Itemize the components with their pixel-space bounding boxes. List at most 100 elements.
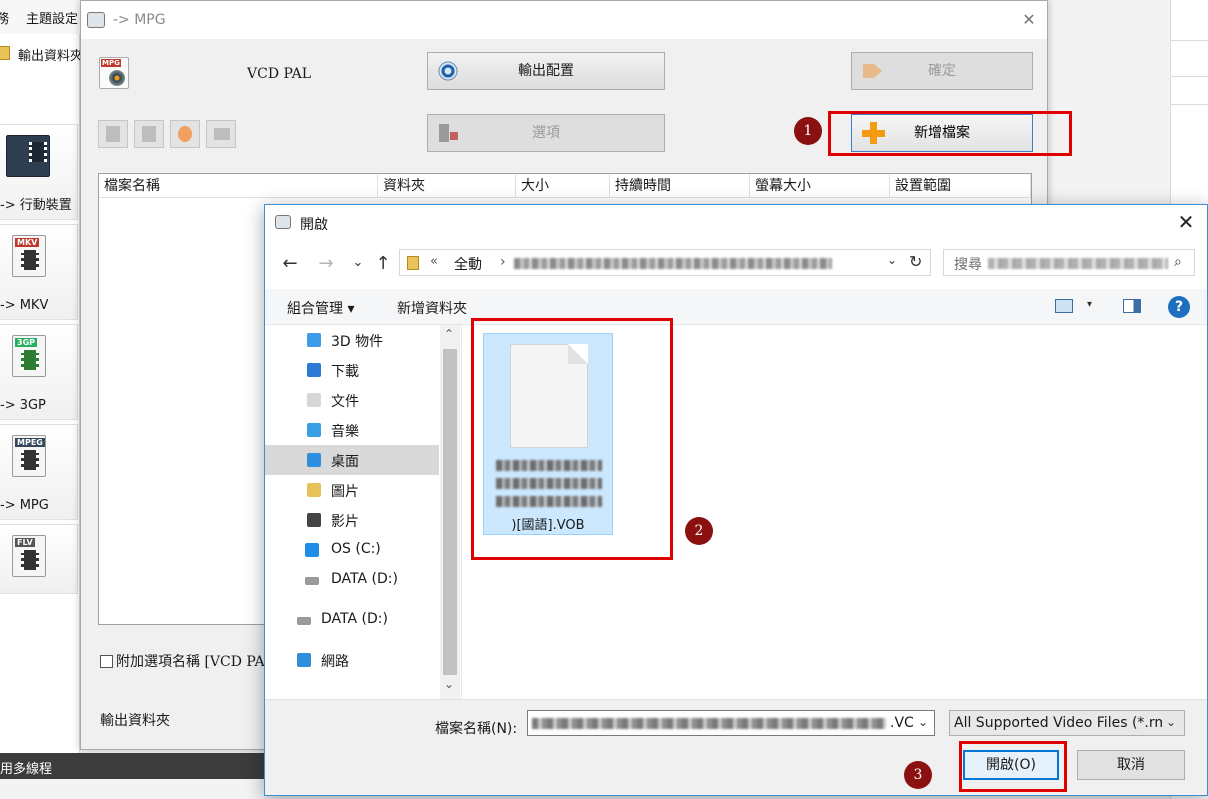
change-view-icon[interactable]: [1055, 299, 1073, 313]
options-button[interactable]: 選項: [427, 114, 665, 152]
converter-tile-mkv[interactable]: MKV -> MKV: [0, 224, 78, 320]
chevron-down-icon[interactable]: ⌄: [1166, 715, 1176, 729]
output-config-button[interactable]: 輸出配置: [427, 52, 665, 90]
converter-tile-mpg[interactable]: MPEG -> MPG: [0, 424, 78, 520]
redacted-filename-value: [532, 718, 886, 729]
step-badge-1: 1: [794, 117, 822, 145]
cancel-button[interactable]: 取消: [1077, 750, 1185, 780]
search-input[interactable]: 搜尋 ⌕: [943, 249, 1195, 276]
chevron-down-icon[interactable]: ⌄: [918, 715, 928, 729]
append-option-label: 附加選項名稱 [VCD PA: [116, 654, 265, 670]
breadcrumb-item[interactable]: 全動: [454, 254, 482, 274]
filename-input[interactable]: .VC ⌄: [527, 710, 935, 736]
step-badge-2: 2: [685, 517, 713, 545]
nav-item-pictures[interactable]: 圖片: [265, 475, 439, 505]
nav-item-documents[interactable]: 文件: [265, 385, 439, 415]
dialog-close-button[interactable]: ✕: [1171, 209, 1201, 235]
windows-drive-icon: [305, 543, 319, 557]
nav-item-label: 影片: [331, 514, 359, 530]
download-folder-icon: [307, 363, 321, 377]
organize-button[interactable]: 組合管理 ▾: [287, 298, 354, 318]
3gp-tag: 3GP: [15, 338, 37, 347]
divider: [1171, 40, 1208, 41]
nav-pane-scrollbar[interactable]: ⌃ ⌄: [440, 325, 460, 699]
menu-item-tasks[interactable]: 務: [0, 8, 9, 27]
menu-item-theme[interactable]: 主題設定: [26, 8, 78, 27]
preview-pane-icon[interactable]: [1123, 299, 1141, 313]
nav-item-data-d-root[interactable]: DATA (D:): [265, 605, 439, 635]
nav-item-label: 桌面: [331, 454, 359, 470]
scroll-down-icon[interactable]: ⌄: [444, 677, 454, 691]
back-arrow-icon[interactable]: ←: [279, 253, 301, 274]
documents-folder-icon: [307, 393, 321, 407]
step-badge-3: 3: [904, 761, 932, 789]
filename-label: 檔案名稱(N):: [435, 721, 518, 737]
column-header-duration[interactable]: 持續時間: [610, 174, 750, 198]
options-label: 選項: [532, 125, 560, 141]
open-file-dialog: 開啟 ✕ ← → ⌄ ↑ « 全動 › ⌄ ↻ 搜尋 ⌕ 組合管理 ▾ 新增資料…: [264, 204, 1208, 796]
append-option-checkbox[interactable]: 附加選項名稱 [VCD PA: [100, 651, 265, 671]
filename-suffix: .VC: [890, 715, 914, 731]
new-folder-button[interactable]: 新增資料夾: [397, 298, 467, 318]
column-header-name[interactable]: 檔案名稱: [99, 174, 378, 198]
nav-item-music[interactable]: 音樂: [265, 415, 439, 445]
app-icon: [275, 215, 291, 229]
file-list-header: 檔案名稱 資料夾 大小 持續時間 螢幕大小 設置範圍: [99, 174, 1031, 198]
info-tool[interactable]: [206, 120, 236, 148]
search-icon[interactable]: ⌕: [1174, 254, 1182, 270]
pane-divider[interactable]: [461, 325, 462, 699]
play-tool[interactable]: [170, 120, 200, 148]
dialog-toolbar: 組合管理 ▾ 新增資料夾 ▾ ?: [265, 289, 1207, 325]
status-text: 用多線程: [0, 762, 53, 777]
mkv-tag: MKV: [15, 238, 40, 247]
scrollbar-thumb[interactable]: [443, 349, 457, 675]
nav-item-data-d[interactable]: DATA (D:): [265, 565, 439, 595]
converter-tile-flv[interactable]: FLV: [0, 524, 78, 594]
file-type-filter-select[interactable]: All Supported Video Files (*.rm ⌄: [949, 710, 1185, 736]
column-header-range[interactable]: 設置範圍: [890, 174, 1031, 198]
forward-arrow-icon[interactable]: →: [315, 253, 337, 274]
overflow-chevron[interactable]: «: [430, 254, 438, 269]
nav-item-label: DATA (D:): [331, 571, 398, 587]
file-type-filter-value: All Supported Video Files (*.rm: [954, 715, 1162, 731]
remove-item-tool[interactable]: [134, 120, 164, 148]
document-add-icon: [106, 126, 120, 142]
recent-locations-chevron-icon[interactable]: ⌄: [347, 255, 369, 270]
nav-item-3d-objects[interactable]: 3D 物件: [265, 325, 439, 355]
nav-item-label: 網路: [321, 654, 349, 670]
refresh-icon[interactable]: ↻: [909, 252, 922, 271]
ok-button[interactable]: 確定: [851, 52, 1033, 90]
play-icon: [178, 126, 192, 142]
checkbox[interactable]: [100, 655, 113, 668]
nav-item-label: 圖片: [331, 484, 359, 500]
converter-tile-mobile[interactable]: -> 行動裝置: [0, 124, 78, 220]
column-header-size[interactable]: 大小: [516, 174, 610, 198]
view-options-dropdown[interactable]: ▾: [1087, 299, 1092, 310]
nav-item-videos[interactable]: 影片: [265, 505, 439, 535]
up-arrow-icon[interactable]: ↑: [372, 253, 394, 274]
help-icon[interactable]: ?: [1168, 296, 1190, 318]
address-dropdown-icon[interactable]: ⌄: [887, 253, 897, 267]
mpg-close-button[interactable]: ✕: [1019, 10, 1039, 30]
scroll-up-icon[interactable]: ⌃: [444, 327, 454, 341]
nav-item-downloads[interactable]: 下載: [265, 355, 439, 385]
nav-item-network[interactable]: 網路: [265, 645, 439, 675]
divider: [1171, 76, 1208, 77]
nav-item-desktop[interactable]: 桌面: [265, 445, 439, 475]
folder-icon: [407, 256, 419, 270]
divider: [1171, 104, 1208, 105]
nav-item-label: 音樂: [331, 424, 359, 440]
nav-item-os-c[interactable]: OS (C:): [265, 535, 439, 565]
column-header-folder[interactable]: 資料夾: [378, 174, 516, 198]
folder-icon: [0, 46, 10, 60]
converter-tile-3gp[interactable]: 3GP -> 3GP: [0, 324, 78, 420]
info-card-icon: [214, 128, 230, 140]
pictures-folder-icon: [307, 483, 321, 497]
address-bar[interactable]: « 全動 ›: [399, 249, 931, 276]
breadcrumb-separator[interactable]: ›: [500, 254, 506, 270]
output-folder-shortcut[interactable]: 輸出資料夾: [0, 42, 80, 68]
flv-tag: FLV: [15, 538, 35, 547]
column-header-screen-size[interactable]: 螢幕大小: [750, 174, 890, 198]
mpg-titlebar: -> MPG ✕: [81, 1, 1047, 39]
add-item-tool[interactable]: [98, 120, 128, 148]
